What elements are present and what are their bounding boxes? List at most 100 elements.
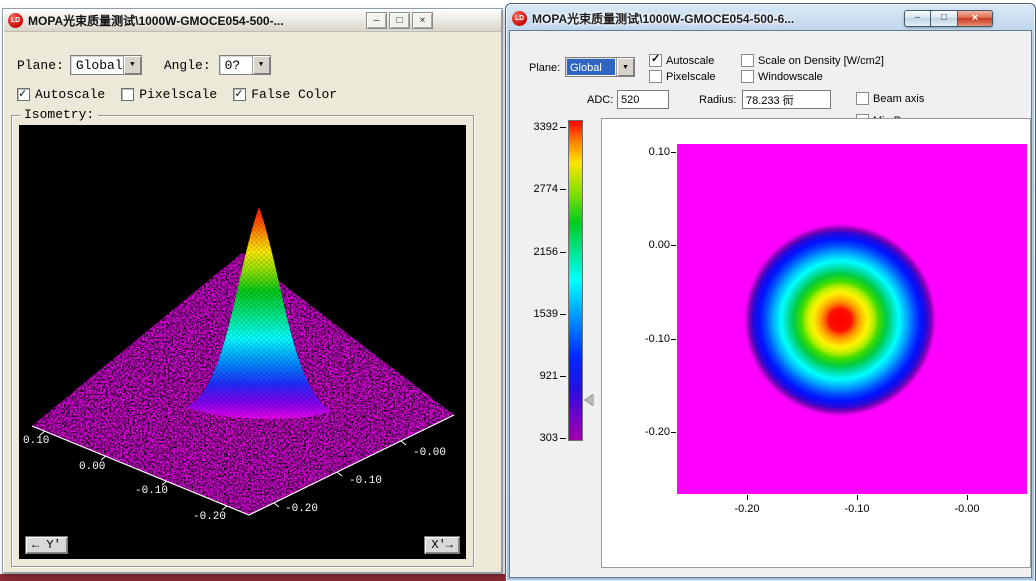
checkbox-icon: [233, 88, 246, 101]
isometry-3d-surface: 0.10 0.00 -0.10 -0.20 -0.00 -0.10 -0.20: [19, 125, 466, 535]
background-window-strip: [0, 574, 505, 581]
axis-tick-label: -0.10: [349, 475, 382, 487]
y-axis-tick-label: -0.20: [610, 426, 670, 438]
scale-on-density-label: Scale on Density [W/cm2]: [758, 55, 884, 67]
axis-tick-label: -0.10: [135, 485, 168, 497]
close-icon[interactable]: ×: [412, 12, 433, 29]
plane-dropdown[interactable]: Global ▼: [565, 57, 635, 77]
window-controls: – □ ×: [904, 10, 993, 27]
scale-tick: [560, 376, 566, 377]
scale-tick-label: 3392: [518, 121, 558, 133]
pixelscale-checkbox[interactable]: Pixelscale: [649, 70, 716, 83]
scale-tick: [560, 252, 566, 253]
scale-tick: [560, 438, 566, 439]
windowscale-checkbox[interactable]: Windowscale: [741, 70, 823, 83]
close-icon[interactable]: ×: [958, 10, 993, 27]
autoscale-checkbox[interactable]: Autoscale: [649, 54, 714, 67]
left-window-title: MOPA光束质量测试\1000W-GMOCE054-500-...: [28, 12, 361, 29]
scale-tick: [560, 189, 566, 190]
scale-tick-label: 303: [518, 432, 558, 444]
beam-window-body: Plane: Global ▼ Autoscale Pixelscale Sca…: [509, 30, 1032, 578]
scale-tick-label: 2774: [518, 183, 558, 195]
right-titlebar[interactable]: LD MOPA光束质量测试\1000W-GMOCE054-500-6... – …: [509, 7, 1032, 30]
left-titlebar[interactable]: LD MOPA光束质量测试\1000W-GMOCE054-500-... – □…: [4, 10, 501, 32]
checkbox-icon: [121, 88, 134, 101]
autoscale-checkbox[interactable]: Autoscale: [17, 87, 105, 102]
checkbox-icon: [741, 54, 754, 67]
beam-axis-checkbox[interactable]: Beam axis: [856, 92, 924, 105]
pixelscale-label: Pixelscale: [139, 87, 217, 102]
checkbox-icon: [649, 54, 662, 67]
y-axis-tick: [671, 245, 676, 246]
autoscale-label: Autoscale: [35, 87, 105, 102]
checkbox-icon: [649, 70, 662, 83]
beam-false-color-image[interactable]: [677, 144, 1027, 494]
scale-tick-label: 2156: [518, 246, 558, 258]
angle-value: 0?: [220, 56, 252, 74]
plane-label: Plane:: [17, 58, 64, 73]
app-logo-icon: LD: [8, 13, 23, 28]
checkbox-icon: [741, 70, 754, 83]
isometry-groupbox: Isometry:: [11, 115, 474, 567]
radius-input[interactable]: [742, 90, 831, 109]
y-axis-tick-label: 0.00: [610, 239, 670, 251]
isometry-3d-plot[interactable]: 0.10 0.00 -0.10 -0.20 -0.00 -0.10 -0.20 …: [19, 125, 466, 559]
chevron-down-icon[interactable]: ▼: [123, 56, 141, 74]
scale-tick-label: 921: [518, 370, 558, 382]
scale-on-density-checkbox[interactable]: Scale on Density [W/cm2]: [741, 54, 884, 67]
angle-dropdown[interactable]: 0? ▼: [219, 55, 271, 75]
false-color-checkbox[interactable]: False Color: [233, 87, 337, 102]
left-controls-row: Plane: Global ▼ Angle: 0? ▼: [17, 55, 271, 75]
minimize-icon[interactable]: –: [904, 10, 931, 27]
plane-dropdown[interactable]: Global ▼: [70, 55, 142, 75]
x-axis-tick: [967, 495, 968, 500]
scale-slider-thumb[interactable]: [585, 394, 594, 406]
x-axis-tick-label: -0.20: [719, 503, 775, 515]
x-axis-button[interactable]: X'→: [424, 536, 460, 554]
beam-axis-label: Beam axis: [873, 93, 924, 105]
isometry-group-title: Isometry:: [20, 107, 98, 122]
scale-tick: [560, 314, 566, 315]
adc-input[interactable]: [617, 90, 669, 109]
window-controls: – □ ×: [366, 12, 433, 29]
x-axis-tick: [747, 495, 748, 500]
plane-value: Global: [71, 56, 123, 74]
angle-label: Angle:: [164, 58, 211, 73]
scale-tick-label: 1539: [518, 308, 558, 320]
axis-tick-label: -0.20: [285, 503, 318, 515]
y-axis-tick: [671, 339, 676, 340]
radius-label: Radius:: [699, 94, 736, 106]
axis-tick-label: -0.20: [193, 511, 226, 523]
chevron-down-icon[interactable]: ▼: [616, 58, 634, 76]
y-axis-tick-label: 0.10: [610, 146, 670, 158]
maximize-icon[interactable]: □: [389, 12, 410, 29]
y-axis-tick: [671, 152, 676, 153]
windowscale-label: Windowscale: [758, 71, 823, 83]
beam-spot: [677, 144, 1027, 494]
scale-tick: [560, 127, 566, 128]
color-scale-bar[interactable]: [568, 120, 583, 441]
right-window-title: MOPA光束质量测试\1000W-GMOCE054-500-6...: [532, 10, 899, 27]
y-axis-button[interactable]: ← Y': [25, 536, 68, 554]
y-axis-tick: [671, 432, 676, 433]
axis-tick-label: 0.00: [79, 461, 105, 473]
y-axis-tick-label: -0.10: [610, 333, 670, 345]
chevron-down-icon[interactable]: ▼: [252, 56, 270, 74]
minimize-icon[interactable]: –: [366, 12, 387, 29]
plane-label: Plane:: [529, 62, 560, 74]
checkbox-icon: [856, 92, 869, 105]
pixelscale-label: Pixelscale: [666, 71, 716, 83]
maximize-icon[interactable]: □: [931, 10, 958, 27]
checkbox-icon: [17, 88, 30, 101]
autoscale-label: Autoscale: [666, 55, 714, 67]
beam-plot-panel: 0.10 0.00 -0.10 -0.20 -0.20 -0.10 -0.00: [601, 118, 1031, 568]
x-axis-tick-label: -0.00: [939, 503, 995, 515]
x-axis-tick: [857, 495, 858, 500]
left-checkbox-row: Autoscale Pixelscale False Color: [17, 87, 337, 102]
isometry-window: LD MOPA光束质量测试\1000W-GMOCE054-500-... – □…: [2, 8, 503, 574]
beam-profile-window: LD MOPA光束质量测试\1000W-GMOCE054-500-6... – …: [505, 3, 1036, 581]
plane-value: Global: [567, 59, 615, 75]
app-logo-icon: LD: [512, 11, 527, 26]
pixelscale-checkbox[interactable]: Pixelscale: [121, 87, 217, 102]
false-color-label: False Color: [251, 87, 337, 102]
